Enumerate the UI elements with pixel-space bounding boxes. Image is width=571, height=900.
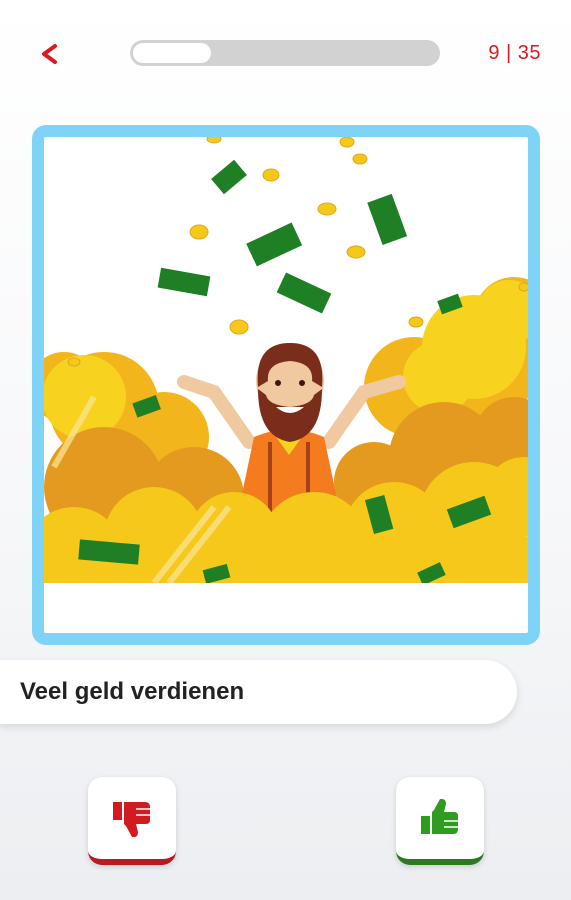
question-counter: 9 | 35 [488, 42, 541, 64]
thumbs-up-icon [421, 799, 458, 834]
like-button[interactable] [396, 777, 484, 865]
back-button[interactable] [32, 36, 68, 72]
progress-bar [130, 40, 440, 66]
statement-panel: Veel geld verdienen [0, 660, 517, 724]
dislike-button[interactable] [88, 777, 176, 865]
progress-bar-fill [133, 43, 211, 63]
man-in-pile-of-money-illustration [44, 137, 528, 583]
statement-card [32, 125, 540, 645]
thumbs-down-icon [113, 802, 150, 837]
statement-text: Veel geld verdienen [20, 678, 245, 705]
chevron-left-icon [42, 44, 57, 64]
